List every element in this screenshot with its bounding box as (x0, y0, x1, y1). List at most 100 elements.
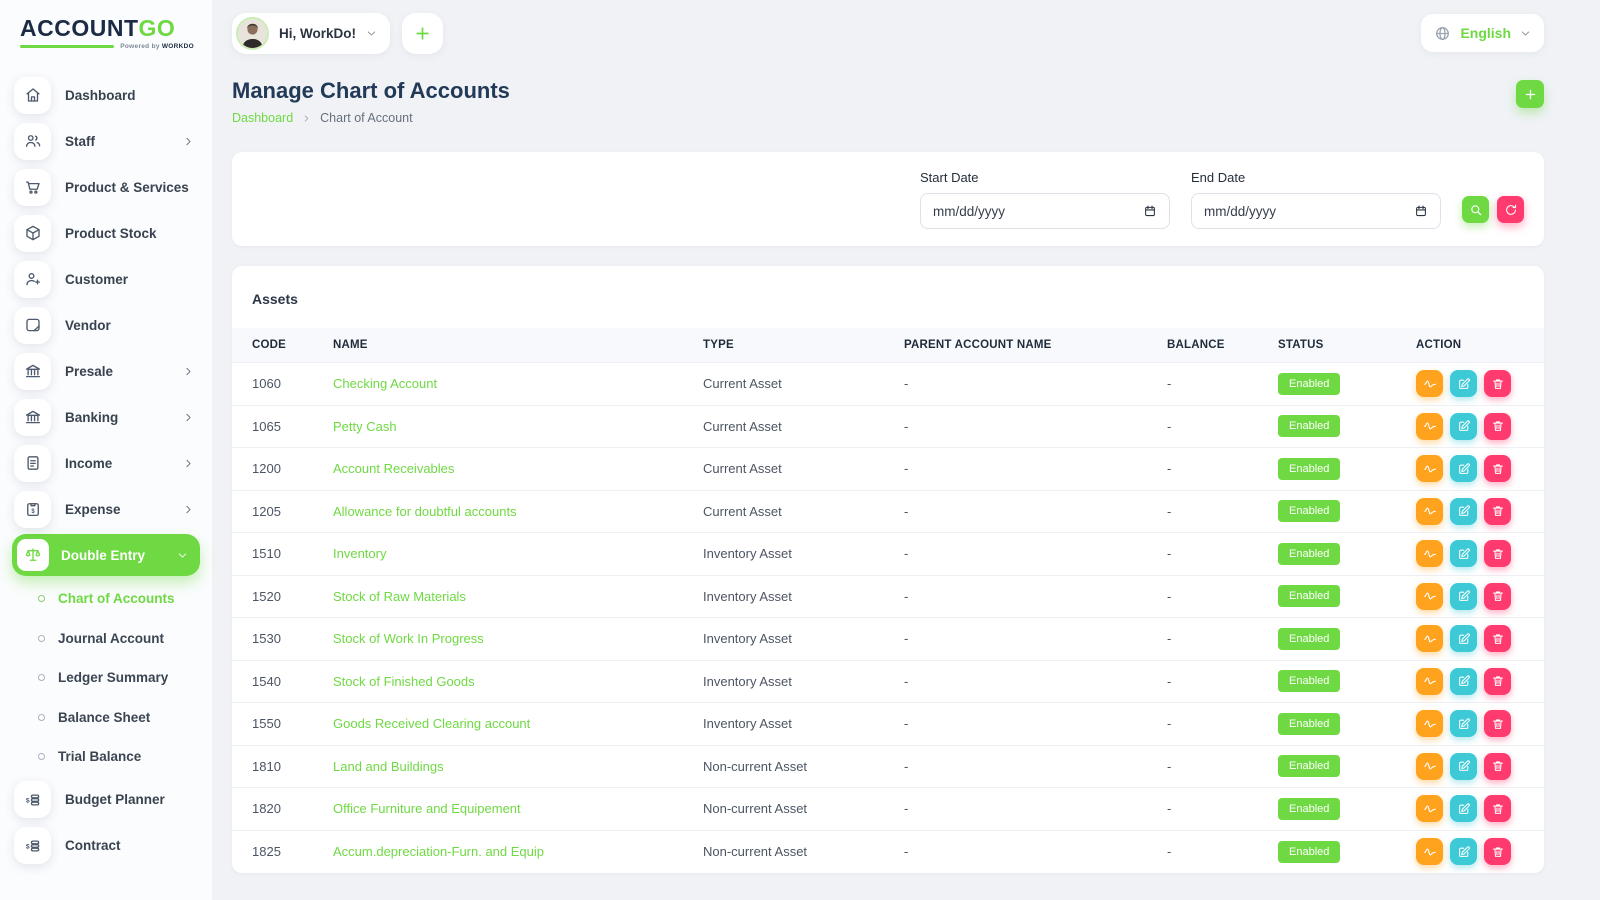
sidebar-item-income[interactable]: Income (12, 440, 204, 486)
start-date-input[interactable]: mm/dd/yyyy (920, 193, 1170, 229)
sidebar-item-double-entry[interactable]: Double Entry (12, 534, 200, 576)
edit-button[interactable] (1450, 583, 1477, 610)
delete-button[interactable] (1484, 753, 1511, 780)
edit-icon (1457, 547, 1471, 561)
filter-card: Start Date mm/dd/yyyy End Date mm/dd/yyy… (232, 152, 1544, 246)
sidebar-item-dashboard[interactable]: Dashboard (12, 72, 204, 118)
account-name-link[interactable]: Stock of Work In Progress (333, 631, 484, 646)
trash-icon (1491, 717, 1505, 731)
delete-button[interactable] (1484, 668, 1511, 695)
reset-button[interactable] (1497, 196, 1524, 223)
sidebar-item-label: Banking (65, 410, 169, 425)
app-window: ACCOUNTGO Powered by WORKDO Dashboard St… (0, 0, 1600, 900)
topbar: Hi, WorkDo! English (232, 0, 1544, 58)
account-name-link[interactable]: Stock of Finished Goods (333, 674, 475, 689)
chart-action-button[interactable] (1416, 540, 1443, 567)
row-actions (1416, 753, 1532, 780)
search-button[interactable] (1462, 196, 1489, 223)
calendar-icon[interactable] (1143, 204, 1157, 218)
row-actions (1416, 625, 1532, 652)
chart-action-button[interactable] (1416, 710, 1443, 737)
delete-button[interactable] (1484, 625, 1511, 652)
status-badge: Enabled (1278, 628, 1340, 650)
account-name-link[interactable]: Accum.depreciation-Furn. and Equip (333, 844, 544, 859)
chart-action-button[interactable] (1416, 583, 1443, 610)
sidebar-item-balance-sheet[interactable]: Balance Sheet (12, 698, 204, 738)
sidebar-item-staff[interactable]: Staff (12, 118, 204, 164)
edit-button[interactable] (1450, 795, 1477, 822)
account-name-link[interactable]: Petty Cash (333, 419, 397, 434)
edit-button[interactable] (1450, 413, 1477, 440)
sidebar-item-ledger-summary[interactable]: Ledger Summary (12, 658, 204, 698)
sidebar-item-expense[interactable]: $ Expense (12, 486, 204, 532)
user-menu-button[interactable]: Hi, WorkDo! (232, 13, 390, 54)
cell-balance: - (1155, 830, 1266, 873)
edit-button[interactable] (1450, 370, 1477, 397)
edit-button[interactable] (1450, 668, 1477, 695)
chart-action-button[interactable] (1416, 795, 1443, 822)
delete-button[interactable] (1484, 455, 1511, 482)
edit-button[interactable] (1450, 753, 1477, 780)
quick-add-button[interactable] (402, 13, 443, 54)
sidebar-item-budget-planner[interactable]: $ Budget Planner (12, 777, 204, 823)
sidebar-item-trial-balance[interactable]: Trial Balance (12, 737, 204, 777)
create-account-button[interactable] (1516, 80, 1544, 108)
account-name-link[interactable]: Office Furniture and Equipement (333, 801, 521, 816)
delete-button[interactable] (1484, 838, 1511, 865)
sidebar-item-customer[interactable]: Customer (12, 256, 204, 302)
chart-action-button[interactable] (1416, 668, 1443, 695)
delete-button[interactable] (1484, 583, 1511, 610)
edit-button[interactable] (1450, 625, 1477, 652)
sidebar-item-journal-account[interactable]: Journal Account (12, 619, 204, 659)
account-name-link[interactable]: Allowance for doubtful accounts (333, 504, 517, 519)
account-name-link[interactable]: Land and Buildings (333, 759, 444, 774)
sidebar-item-presale[interactable]: Presale (12, 348, 204, 394)
edit-icon (1457, 377, 1471, 391)
brand-logo[interactable]: ACCOUNTGO Powered by WORKDO (0, 0, 212, 50)
chart-action-button[interactable] (1416, 413, 1443, 440)
sidebar-item-product-services[interactable]: Product & Services (12, 164, 204, 210)
cell-type: Inventory Asset (691, 703, 892, 746)
reset-icon (1504, 203, 1518, 217)
sidebar-item-chart-of-accounts[interactable]: Chart of Accounts (12, 579, 204, 619)
chart-action-button[interactable] (1416, 625, 1443, 652)
chart-action-button[interactable] (1416, 498, 1443, 525)
edit-button[interactable] (1450, 710, 1477, 737)
delete-button[interactable] (1484, 540, 1511, 567)
account-name-link[interactable]: Inventory (333, 546, 386, 561)
delete-button[interactable] (1484, 710, 1511, 737)
account-name-link[interactable]: Account Receivables (333, 461, 454, 476)
trash-icon (1491, 802, 1505, 816)
delete-button[interactable] (1484, 370, 1511, 397)
account-name-link[interactable]: Checking Account (333, 376, 437, 391)
chart-action-button[interactable] (1416, 838, 1443, 865)
sidebar-item-vendor[interactable]: Vendor (12, 302, 204, 348)
chart-action-button[interactable] (1416, 753, 1443, 780)
edit-button[interactable] (1450, 455, 1477, 482)
language-selector[interactable]: English (1421, 14, 1544, 52)
cell-code: 1205 (232, 490, 321, 533)
sidebar-item-label: Journal Account (58, 631, 204, 646)
sidebar-item-banking[interactable]: Banking (12, 394, 204, 440)
delete-button[interactable] (1484, 795, 1511, 822)
vendor-card-icon (14, 307, 51, 344)
delete-button[interactable] (1484, 498, 1511, 525)
sidebar-item-contract[interactable]: $ Contract (12, 823, 204, 869)
edit-icon (1457, 759, 1471, 773)
breadcrumb-dashboard-link[interactable]: Dashboard (232, 111, 293, 125)
calendar-icon[interactable] (1414, 204, 1428, 218)
edit-button[interactable] (1450, 498, 1477, 525)
edit-button[interactable] (1450, 838, 1477, 865)
sidebar-item-product-stock[interactable]: Product Stock (12, 210, 204, 256)
account-name-link[interactable]: Goods Received Clearing account (333, 716, 530, 731)
delete-button[interactable] (1484, 413, 1511, 440)
accounts-tbody: 1060 Checking Account Current Asset - - … (232, 363, 1544, 873)
user-avatar (236, 17, 269, 50)
cell-balance: - (1155, 618, 1266, 661)
edit-button[interactable] (1450, 540, 1477, 567)
end-date-input[interactable]: mm/dd/yyyy (1191, 193, 1441, 229)
chart-action-button[interactable] (1416, 370, 1443, 397)
breadcrumb-current: Chart of Account (320, 111, 412, 125)
account-name-link[interactable]: Stock of Raw Materials (333, 589, 466, 604)
chart-action-button[interactable] (1416, 455, 1443, 482)
